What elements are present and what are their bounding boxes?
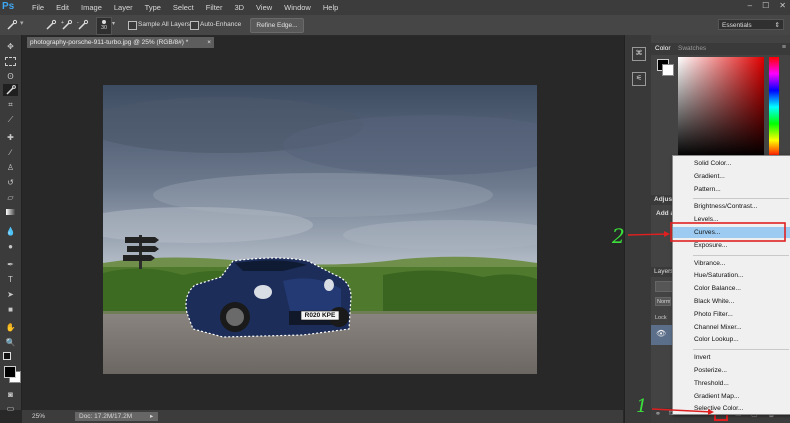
tutorial-annotations <box>627 222 786 415</box>
arrow-to-curves <box>627 233 669 236</box>
arrowhead-curves-icon <box>664 231 670 237</box>
step-1-number: 1 <box>636 396 648 417</box>
arrow-to-adjustment-button <box>651 408 713 413</box>
foreground-color-swatch[interactable] <box>4 366 16 378</box>
curves-highlight-box <box>670 222 786 242</box>
step-2-number: 2 <box>612 224 625 248</box>
arrowhead-adjustment-icon <box>708 409 714 415</box>
